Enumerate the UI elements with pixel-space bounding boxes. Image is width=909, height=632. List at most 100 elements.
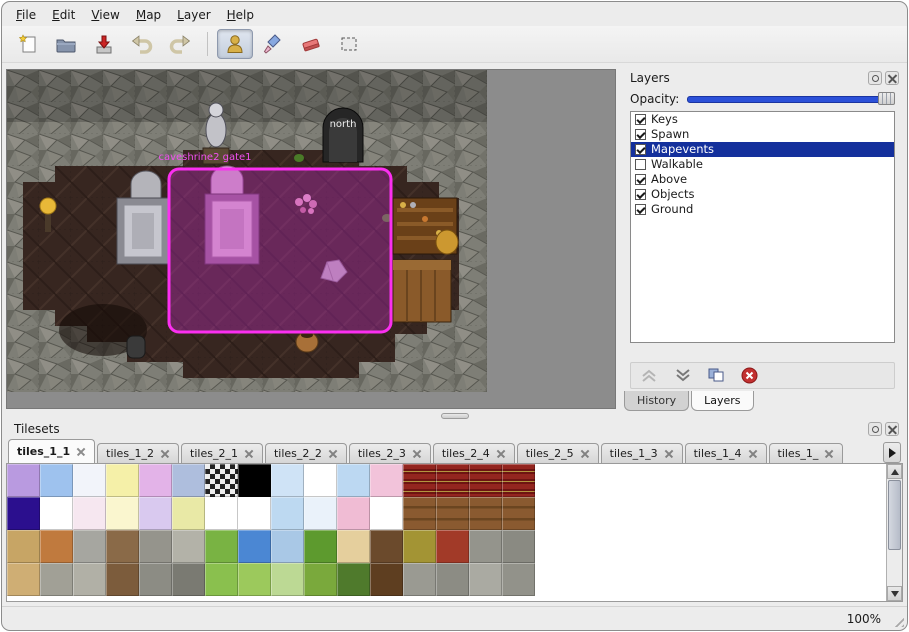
palette-tile[interactable] — [238, 464, 271, 497]
palette-tile[interactable] — [238, 563, 271, 596]
palette-tile[interactable] — [172, 497, 205, 530]
palette-tile[interactable] — [271, 464, 304, 497]
palette-tile[interactable] — [205, 530, 238, 563]
lower-layer-button[interactable] — [673, 367, 693, 384]
tilesets-float-button[interactable] — [868, 422, 882, 436]
tileset-tab-close-icon[interactable] — [580, 449, 590, 459]
palette-tile[interactable] — [304, 497, 337, 530]
menu-layer[interactable]: Layer — [169, 6, 218, 24]
layer-row-keys[interactable]: Keys — [631, 112, 894, 127]
layer-visibility-checkbox[interactable] — [635, 114, 646, 125]
dock-tab-history[interactable]: History — [624, 391, 689, 411]
tileset-tab-tiles_1_4[interactable]: tiles_1_4 — [685, 443, 767, 463]
stamp-tool-button[interactable] — [217, 29, 253, 59]
palette-tile[interactable] — [502, 530, 535, 563]
palette-tile[interactable] — [403, 464, 436, 497]
palette-tile[interactable] — [205, 563, 238, 596]
select-tool-button[interactable] — [331, 29, 367, 59]
palette-tile[interactable] — [337, 497, 370, 530]
resize-grip[interactable] — [891, 614, 904, 627]
palette-tile[interactable] — [436, 530, 469, 563]
palette-tile[interactable] — [403, 563, 436, 596]
menu-file[interactable]: File — [8, 6, 44, 24]
palette-tile[interactable] — [304, 563, 337, 596]
tileset-tab-close-icon[interactable] — [412, 449, 422, 459]
layer-row-above[interactable]: Above — [631, 172, 894, 187]
palette-tile[interactable] — [139, 530, 172, 563]
layer-visibility-checkbox[interactable] — [635, 159, 646, 170]
eraser-tool-button[interactable] — [293, 29, 329, 59]
layers-float-button[interactable] — [868, 71, 882, 85]
dock-splitter[interactable] — [2, 411, 907, 420]
tileset-tab-tiles_2_3[interactable]: tiles_2_3 — [349, 443, 431, 463]
palette-tile[interactable] — [337, 563, 370, 596]
palette-tile[interactable] — [238, 497, 271, 530]
tilesets-close-button[interactable] — [885, 422, 899, 436]
palette-tile[interactable] — [40, 497, 73, 530]
palette-tile[interactable] — [403, 530, 436, 563]
tileset-tab-close-icon[interactable] — [160, 449, 170, 459]
brush-tool-button[interactable] — [255, 29, 291, 59]
layer-list[interactable]: KeysSpawnMapeventsWalkableAboveObjectsGr… — [630, 111, 895, 343]
palette-tile[interactable] — [139, 464, 172, 497]
tileset-tab-tiles_1_3[interactable]: tiles_1_3 — [601, 443, 683, 463]
tileset-tab-close-icon[interactable] — [824, 449, 834, 459]
palette-tile[interactable] — [403, 497, 436, 530]
palette-tile[interactable] — [73, 530, 106, 563]
raise-layer-button[interactable] — [639, 367, 659, 384]
palette-tile[interactable] — [271, 563, 304, 596]
palette-tile[interactable] — [73, 563, 106, 596]
scrollbar-thumb[interactable] — [888, 480, 901, 550]
palette-tile[interactable] — [40, 563, 73, 596]
menu-edit[interactable]: Edit — [44, 6, 83, 24]
palette-tile[interactable] — [106, 464, 139, 497]
palette-tile[interactable] — [370, 530, 403, 563]
tileset-tab-tiles_2_1[interactable]: tiles_2_1 — [181, 443, 263, 463]
layer-row-ground[interactable]: Ground — [631, 202, 894, 217]
palette-tile[interactable] — [436, 563, 469, 596]
tileset-tab-close-icon[interactable] — [748, 449, 758, 459]
layer-row-objects[interactable]: Objects — [631, 187, 894, 202]
palette-tile[interactable] — [370, 497, 403, 530]
redo-button[interactable] — [162, 29, 198, 59]
duplicate-layer-button[interactable] — [707, 367, 726, 384]
tileset-tab-tiles_2_2[interactable]: tiles_2_2 — [265, 443, 347, 463]
new-file-button[interactable] — [10, 29, 46, 59]
palette-tile[interactable] — [7, 563, 40, 596]
palette-tile[interactable] — [337, 464, 370, 497]
palette-tile[interactable] — [271, 497, 304, 530]
map-canvas[interactable]: north caveshrine2 gate1 — [6, 69, 616, 409]
splitter-grip-icon[interactable] — [441, 413, 469, 419]
dock-tab-layers[interactable]: Layers — [691, 391, 753, 411]
open-button[interactable] — [48, 29, 84, 59]
layer-visibility-checkbox[interactable] — [635, 204, 646, 215]
scrollbar-track[interactable] — [887, 479, 902, 586]
palette-tile[interactable] — [502, 497, 535, 530]
palette-tile[interactable] — [205, 464, 238, 497]
tileset-tab-close-icon[interactable] — [244, 449, 254, 459]
palette-tile[interactable] — [106, 530, 139, 563]
palette-tile[interactable] — [73, 497, 106, 530]
palette-tile[interactable] — [40, 530, 73, 563]
palette-tile[interactable] — [502, 464, 535, 497]
tileset-tab-close-icon[interactable] — [328, 449, 338, 459]
map-selection-rect[interactable] — [169, 169, 391, 332]
scroll-down-button[interactable] — [887, 586, 902, 601]
menu-view[interactable]: View — [83, 6, 127, 24]
palette-tile[interactable] — [337, 530, 370, 563]
palette-tile[interactable] — [172, 464, 205, 497]
palette-tile[interactable] — [139, 497, 172, 530]
palette-tile[interactable] — [370, 563, 403, 596]
layer-visibility-checkbox[interactable] — [635, 129, 646, 140]
palette-tile[interactable] — [205, 497, 238, 530]
tileset-tab-close-icon[interactable] — [496, 449, 506, 459]
layer-visibility-checkbox[interactable] — [635, 189, 646, 200]
palette-tile[interactable] — [469, 497, 502, 530]
layer-visibility-checkbox[interactable] — [635, 144, 646, 155]
palette-tile[interactable] — [7, 464, 40, 497]
palette-tile[interactable] — [73, 464, 106, 497]
save-button[interactable] — [86, 29, 122, 59]
tileset-tab-tiles_1_[interactable]: tiles_1_ — [769, 443, 844, 463]
layer-row-spawn[interactable]: Spawn — [631, 127, 894, 142]
palette-tile[interactable] — [139, 563, 172, 596]
